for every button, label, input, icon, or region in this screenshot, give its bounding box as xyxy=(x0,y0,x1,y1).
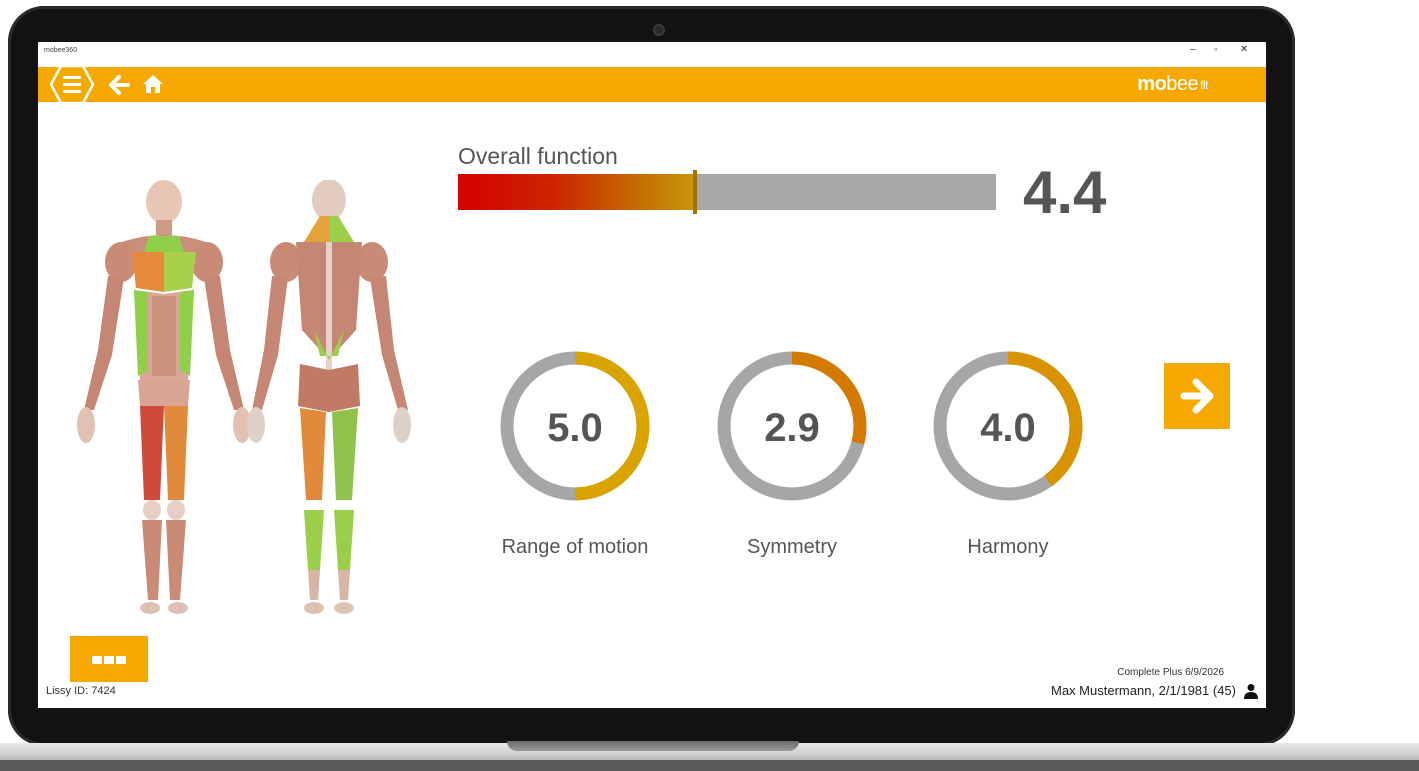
close-button[interactable]: ✕ xyxy=(1240,44,1248,55)
plan-info: Complete Plus 6/9/2026 xyxy=(1117,667,1224,678)
user-icon[interactable] xyxy=(1243,683,1259,699)
brand-logo-light: bee xyxy=(1166,73,1199,95)
front-body-figure[interactable] xyxy=(77,180,251,614)
metric-label: Range of motion xyxy=(501,536,649,558)
brand-logo: mobee fit xyxy=(1137,73,1208,96)
overall-function-marker xyxy=(693,170,697,214)
home-icon[interactable] xyxy=(142,73,164,95)
metric-value: 2.9 xyxy=(764,406,820,450)
metric-label: Symmetry xyxy=(747,536,837,558)
brand-logo-suffix: fit xyxy=(1200,78,1208,92)
overall-function-bar xyxy=(458,170,996,214)
restore-button[interactable]: ▫ xyxy=(1214,44,1217,54)
laptop-notch xyxy=(507,741,799,751)
overall-function-value: 4.4 xyxy=(1023,159,1107,226)
laptop-base-shadow xyxy=(0,760,1419,771)
metric-ring: 4.0 xyxy=(933,351,1083,501)
webcam xyxy=(653,24,665,36)
more-options-button[interactable] xyxy=(70,636,148,682)
arrow-right-icon xyxy=(1180,378,1214,414)
overall-function-fill xyxy=(458,174,695,210)
back-body-figure[interactable] xyxy=(247,180,411,614)
metric-ring: 2.9 xyxy=(717,351,867,501)
metric-value: 5.0 xyxy=(547,406,603,450)
window-titlebar: mobee360 – ▫ ✕ xyxy=(38,42,1266,62)
menu-icon[interactable] xyxy=(50,64,94,105)
window-title: mobee360 xyxy=(44,47,78,54)
app-header: mobee fit xyxy=(38,64,1266,105)
minimize-button[interactable]: – xyxy=(1190,44,1196,55)
lissy-id: Lissy ID: 7424 xyxy=(46,685,116,697)
metric-ring: 5.0 xyxy=(500,351,650,501)
brand-logo-bold: mo xyxy=(1137,73,1167,95)
patient-info: Max Mustermann, 2/1/1981 (45) xyxy=(1051,683,1236,698)
arrow-left-icon[interactable] xyxy=(108,74,130,96)
metric-label: Harmony xyxy=(967,536,1049,558)
next-button[interactable] xyxy=(1164,363,1230,429)
metric-value: 4.0 xyxy=(980,406,1036,450)
muscle-map[interactable] xyxy=(64,180,424,620)
app-window: mobee360 – ▫ ✕ mobee fit Overall functio… xyxy=(38,42,1266,708)
overall-function-title: Overall function xyxy=(458,143,618,169)
